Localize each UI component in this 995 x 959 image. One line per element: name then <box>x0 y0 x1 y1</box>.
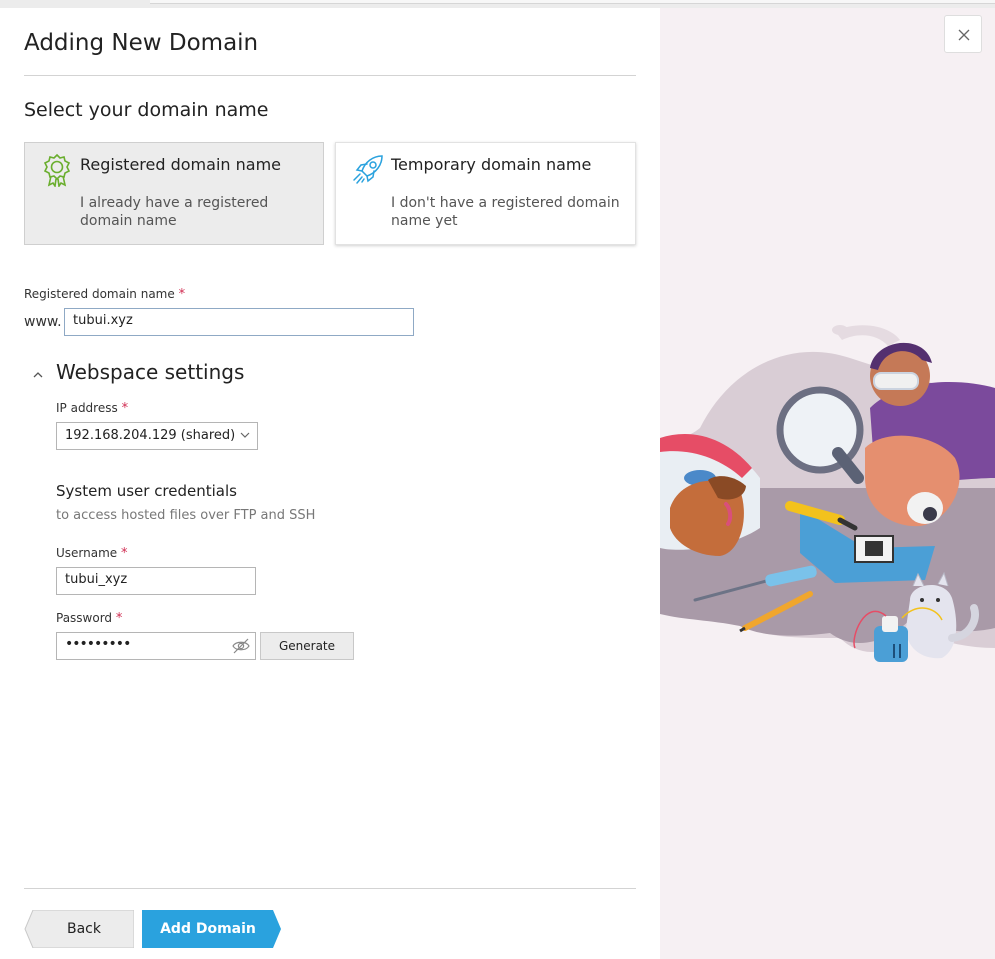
ip-address-label: IP address * <box>56 401 128 416</box>
ip-address-value: 192.168.204.129 (shared) <box>65 428 236 443</box>
add-domain-button[interactable]: Add Domain <box>142 910 282 948</box>
required-mark: * <box>121 401 129 416</box>
chevron-up-icon <box>33 372 43 378</box>
option-description: I already have a registered domain name <box>80 195 269 229</box>
option-title: Registered domain name <box>80 155 281 174</box>
browser-top-strip <box>0 0 995 8</box>
option-description: I don't have a registered domain name ye… <box>391 195 620 229</box>
ip-address-select[interactable]: 192.168.204.129 (shared) <box>56 422 258 450</box>
browser-tab-edge <box>150 0 995 4</box>
option-title: Temporary domain name <box>391 155 592 174</box>
illustration-panel <box>660 8 995 959</box>
password-input[interactable]: ••••••••• <box>56 632 256 660</box>
password-label: Password * <box>56 611 122 626</box>
password-label-text: Password <box>56 611 113 625</box>
close-button[interactable] <box>944 15 982 53</box>
ip-label-text: IP address <box>56 401 118 415</box>
username-input[interactable]: tubui_xyz <box>56 567 256 595</box>
dialog-form-panel: Adding New Domain Select your domain nam… <box>0 8 660 959</box>
domain-field-label: Registered domain name * <box>24 287 185 302</box>
illustration <box>660 325 995 662</box>
back-button-label: Back <box>67 921 101 937</box>
eye-hidden-icon[interactable] <box>232 638 250 654</box>
close-icon <box>958 29 970 41</box>
password-value: ••••••••• <box>65 636 131 652</box>
required-mark: * <box>121 546 128 561</box>
credentials-title: System user credentials <box>56 482 237 500</box>
option-registered-domain[interactable]: Registered domain name I already have a … <box>24 142 324 245</box>
back-button[interactable]: Back <box>24 910 134 948</box>
webspace-settings-title: Webspace settings <box>56 360 245 384</box>
section-title: Select your domain name <box>24 99 269 121</box>
domain-label-text: Registered domain name <box>24 287 175 301</box>
username-label-text: Username <box>56 546 118 560</box>
domain-name-input[interactable]: tubui.xyz <box>64 308 414 336</box>
required-mark: * <box>115 611 123 626</box>
footer-divider <box>24 888 636 889</box>
www-prefix: www. <box>24 314 62 330</box>
required-mark: * <box>178 287 186 302</box>
rocket-icon <box>353 155 383 184</box>
generate-password-button[interactable]: Generate <box>260 632 354 660</box>
credentials-subtitle: to access hosted files over FTP and SSH <box>56 508 316 523</box>
title-divider <box>24 75 636 76</box>
add-domain-button-label: Add Domain <box>160 921 256 937</box>
page-title: Adding New Domain <box>24 30 259 56</box>
chevron-down-icon <box>240 432 250 438</box>
award-badge-icon <box>43 153 71 187</box>
option-temporary-domain[interactable]: Temporary domain name I don't have a reg… <box>335 142 636 245</box>
username-label: Username * <box>56 546 128 561</box>
